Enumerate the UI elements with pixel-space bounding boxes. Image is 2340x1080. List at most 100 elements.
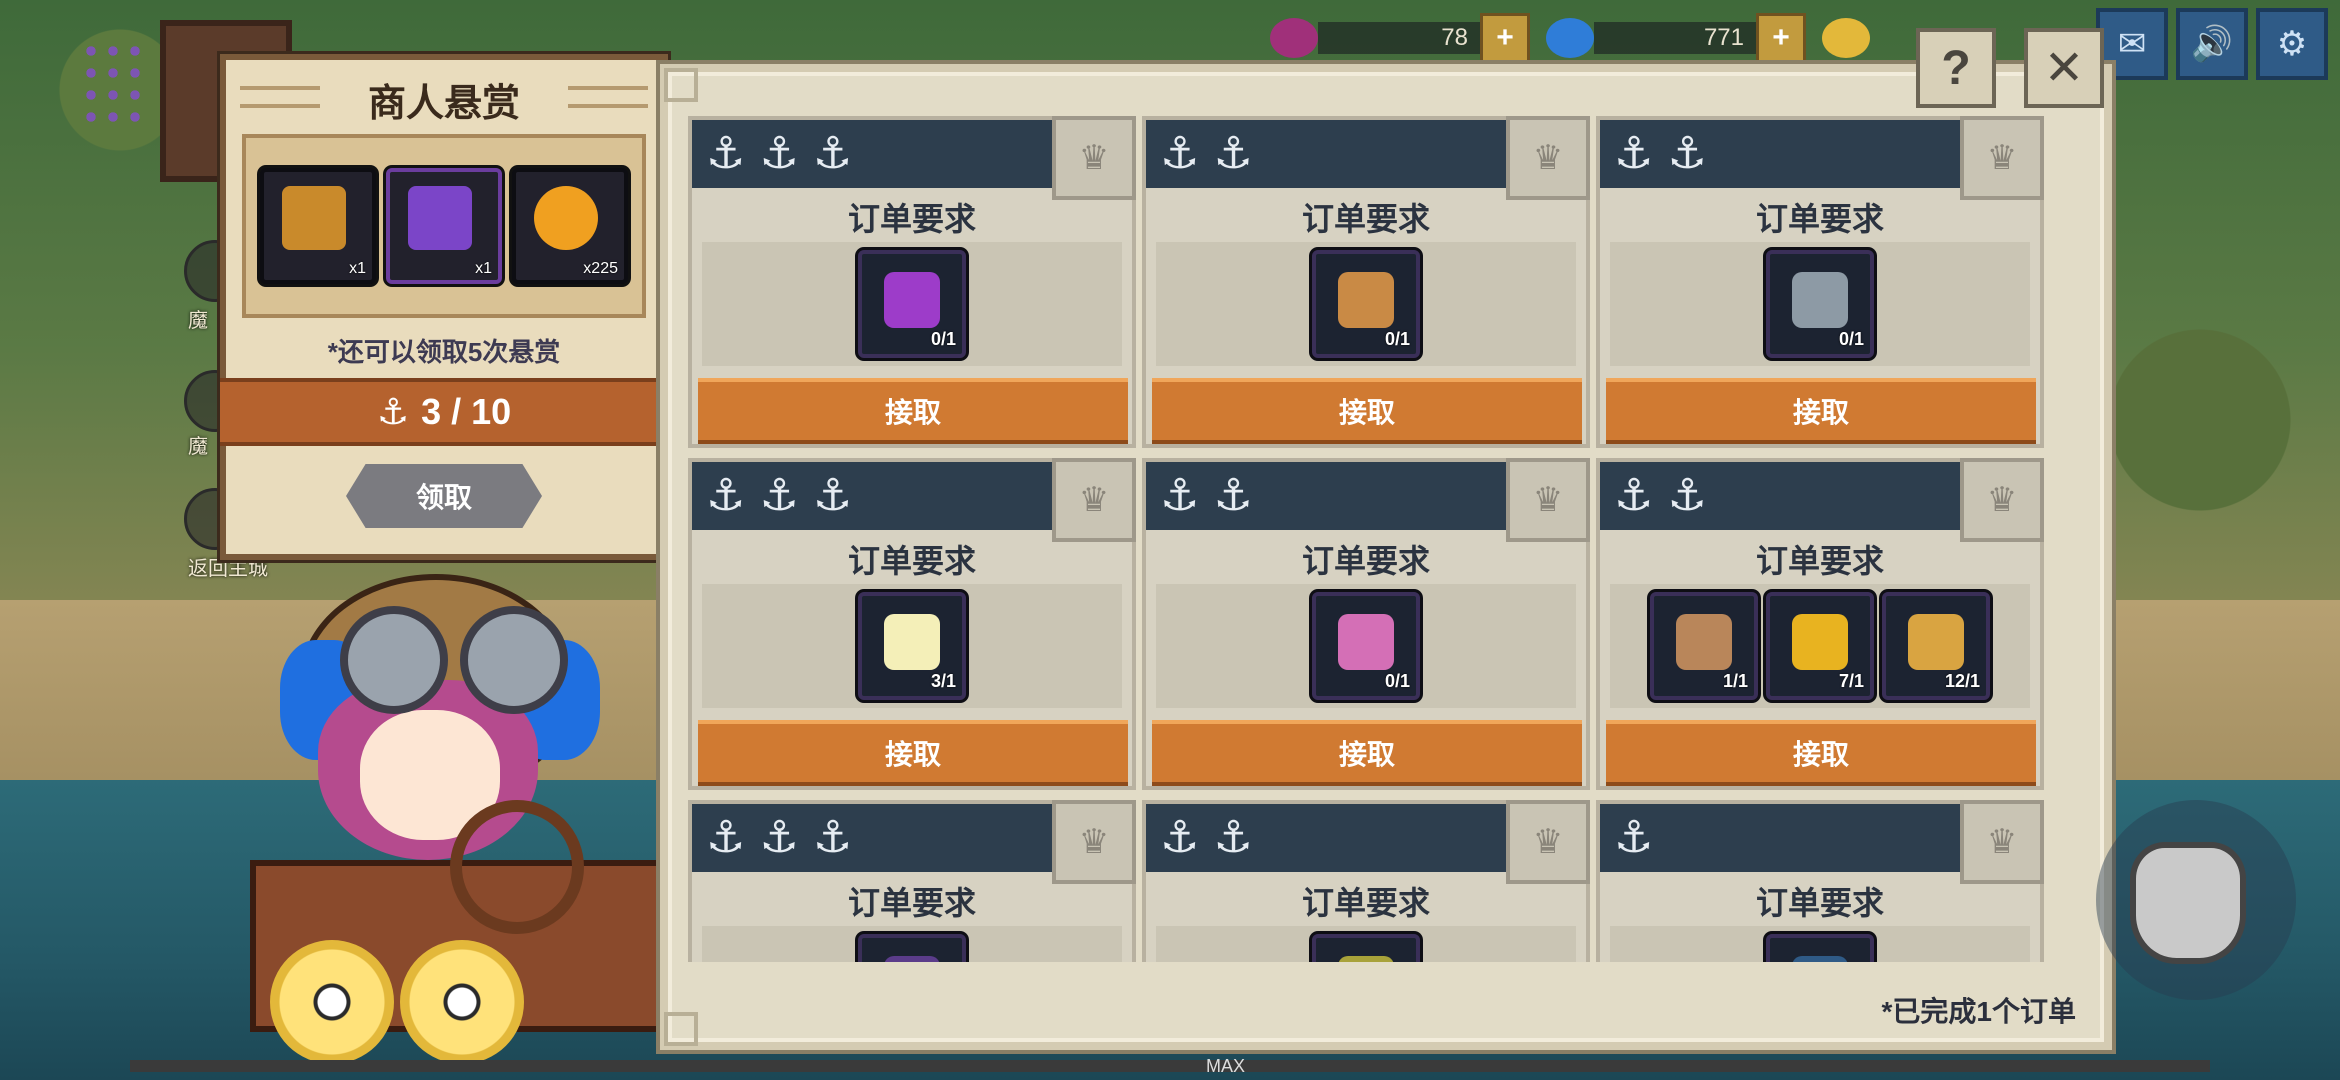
anchor-icon: ⚓ [1213,813,1253,862]
action-button[interactable] [2096,800,2296,1000]
disc-wheel [270,940,394,1064]
accept-order-button[interactable]: 接取 [1606,720,2036,786]
bounty-progress: ⚓ 3 / 10 [220,378,668,446]
order-difficulty: ⚓ ⚓ [1160,472,1253,520]
gem-icon [1270,18,1318,58]
remaining-bounty-note: *还可以领取5次悬赏 [327,337,561,367]
crown-icon[interactable]: ♛ [1052,800,1136,884]
help-button[interactable]: ? [1916,28,1996,108]
order-card: ⚓ ⚓ ⚓ ♛ 订单要求 0/1 接取 [688,116,1136,448]
coin-icon [1822,18,1870,58]
reward-count: x1 [475,260,492,277]
crown-icon[interactable]: ♛ [1052,458,1136,542]
anchor-icon: ⚓ [1160,129,1200,178]
order-requirement-label: 订单要求 [847,885,976,921]
gear-icon[interactable]: ⚙ [2256,8,2328,80]
egg-icon [884,614,940,670]
bounty-progress-value: 3 / 10 [421,391,512,432]
max-label: MAX [1206,1056,1246,1076]
order-item-slot[interactable]: 0/1 [858,250,966,358]
crown-icon[interactable]: ♛ [1960,458,2044,542]
item-count: 1/1 [1722,671,1748,691]
reward-slot[interactable]: x1 [386,168,502,284]
accept-order-button[interactable]: 接取 [698,378,1128,444]
anchor-icon: ⚓ [759,471,799,520]
orders-scroll-area[interactable]: ⚓ ⚓ ⚓ ♛ 订单要求 0/1 接取 ⚓ ⚓ ♛ 订单要求 0/1 接取 ⚓ ⚓ ♛ 订单要求 0/1 接取 ⚓ ⚓ ⚓… [688,116,2074,962]
reward-slot[interactable]: x1 [260,168,376,284]
close-button[interactable]: ✕ [2024,28,2104,108]
purple-potion-icon [884,272,940,328]
anchor-icon: ⚓ [1667,471,1707,520]
claim-button[interactable]: 领取 [346,464,542,528]
order-item-slot[interactable]: 12/1 [1882,592,1990,700]
anchor-icon: ⚓ [706,129,746,178]
anchor-icon: ⚓ [1667,129,1707,178]
order-items: 0/1 [702,242,1122,366]
reward-slot[interactable]: x225 [512,168,628,284]
order-difficulty: ⚓ ⚓ [1160,814,1253,862]
order-difficulty: ⚓ [1614,814,1653,862]
gem-icon [1546,18,1594,58]
unknown-item-icon [1792,956,1848,962]
accept-order-button[interactable]: 接取 [1152,720,1582,786]
order-item-slot[interactable] [858,934,966,962]
order-requirement-label: 订单要求 [1301,201,1430,237]
order-items: 0/1 [1156,242,1576,366]
order-items [1610,926,2030,962]
crown-icon[interactable]: ♛ [1052,116,1136,200]
fire-orb-icon [534,186,598,250]
anchor-icon: ⚓ [759,129,799,178]
speaker-icon[interactable]: 🔊 [2176,8,2248,80]
panel-corner [664,68,698,102]
accept-order-button[interactable]: 接取 [698,720,1128,786]
unknown-item-icon [884,956,940,962]
anchor-icon: ⚓ [706,813,746,862]
order-item-slot[interactable]: 0/1 [1766,250,1874,358]
order-item-slot[interactable]: 7/1 [1766,592,1874,700]
item-count: 0/1 [1384,671,1410,691]
order-card: ⚓ ⚓ ♛ 订单要求 0/1 接取 [1142,116,1590,448]
crown-icon[interactable]: ♛ [1506,458,1590,542]
item-count: 12/1 [1944,671,1980,691]
order-item-slot[interactable]: 0/1 [1312,250,1420,358]
crown-icon[interactable]: ♛ [1506,800,1590,884]
order-items: 0/1 [1610,242,2030,366]
accept-order-button[interactable]: 接取 [1152,378,1582,444]
order-requirement-label: 订单要求 [847,543,976,579]
order-item-slot[interactable] [1766,934,1874,962]
orders-panel: ? ✕ ⚓ ⚓ ⚓ ♛ 订单要求 0/1 接取 ⚓ ⚓ ♛ 订单要求 0/1 接取 ⚓ ⚓ ♛ 订单要求 0/1 接… [660,28,2112,1050]
anchor-icon: ⚓ [759,813,799,862]
crown-icon[interactable]: ♛ [1960,800,2044,884]
crown-icon[interactable]: ♛ [1960,116,2044,200]
anchor-icon: ⚓ [1160,813,1200,862]
order-items: 1/1 7/1 12/1 [1610,584,2030,708]
order-difficulty: ⚓ ⚓ ⚓ [706,130,852,178]
order-items: 3/1 [702,584,1122,708]
anchor-icon: ⚓ [1614,813,1654,862]
order-items [1156,926,1576,962]
order-card: ⚓⚓⚓♛订单要求接取 [688,800,1136,962]
crown-icon[interactable]: ♛ [1506,116,1590,200]
order-item-slot[interactable]: 3/1 [858,592,966,700]
add-currency-button[interactable]: + [1756,13,1806,63]
corn-icon [1792,614,1848,670]
pink-potion-icon [1338,614,1394,670]
order-item-slot[interactable]: 1/1 [1650,592,1758,700]
player-character [210,560,662,1080]
accept-order-button[interactable]: 接取 [1606,378,2036,444]
experience-bar [130,1060,2210,1072]
order-difficulty: ⚓ ⚓ ⚓ [706,814,852,862]
add-currency-button[interactable]: + [1480,13,1530,63]
currency-gem-2: 771 + [1546,13,1806,63]
order-items [702,926,1122,962]
order-item-slot[interactable] [1312,934,1420,962]
order-requirement-label: 订单要求 [1755,201,1884,237]
order-difficulty: ⚓ ⚓ [1160,130,1253,178]
order-difficulty: ⚓ ⚓ [1614,130,1707,178]
anchor-icon: ⚓ [1160,471,1200,520]
order-card: ⚓ ⚓ ♛ 订单要求 0/1 接取 [1142,458,1590,790]
order-item-slot[interactable]: 0/1 [1312,592,1420,700]
glove-icon [2130,842,2246,964]
goggle-left [340,606,448,714]
order-difficulty: ⚓ ⚓ [1614,472,1707,520]
